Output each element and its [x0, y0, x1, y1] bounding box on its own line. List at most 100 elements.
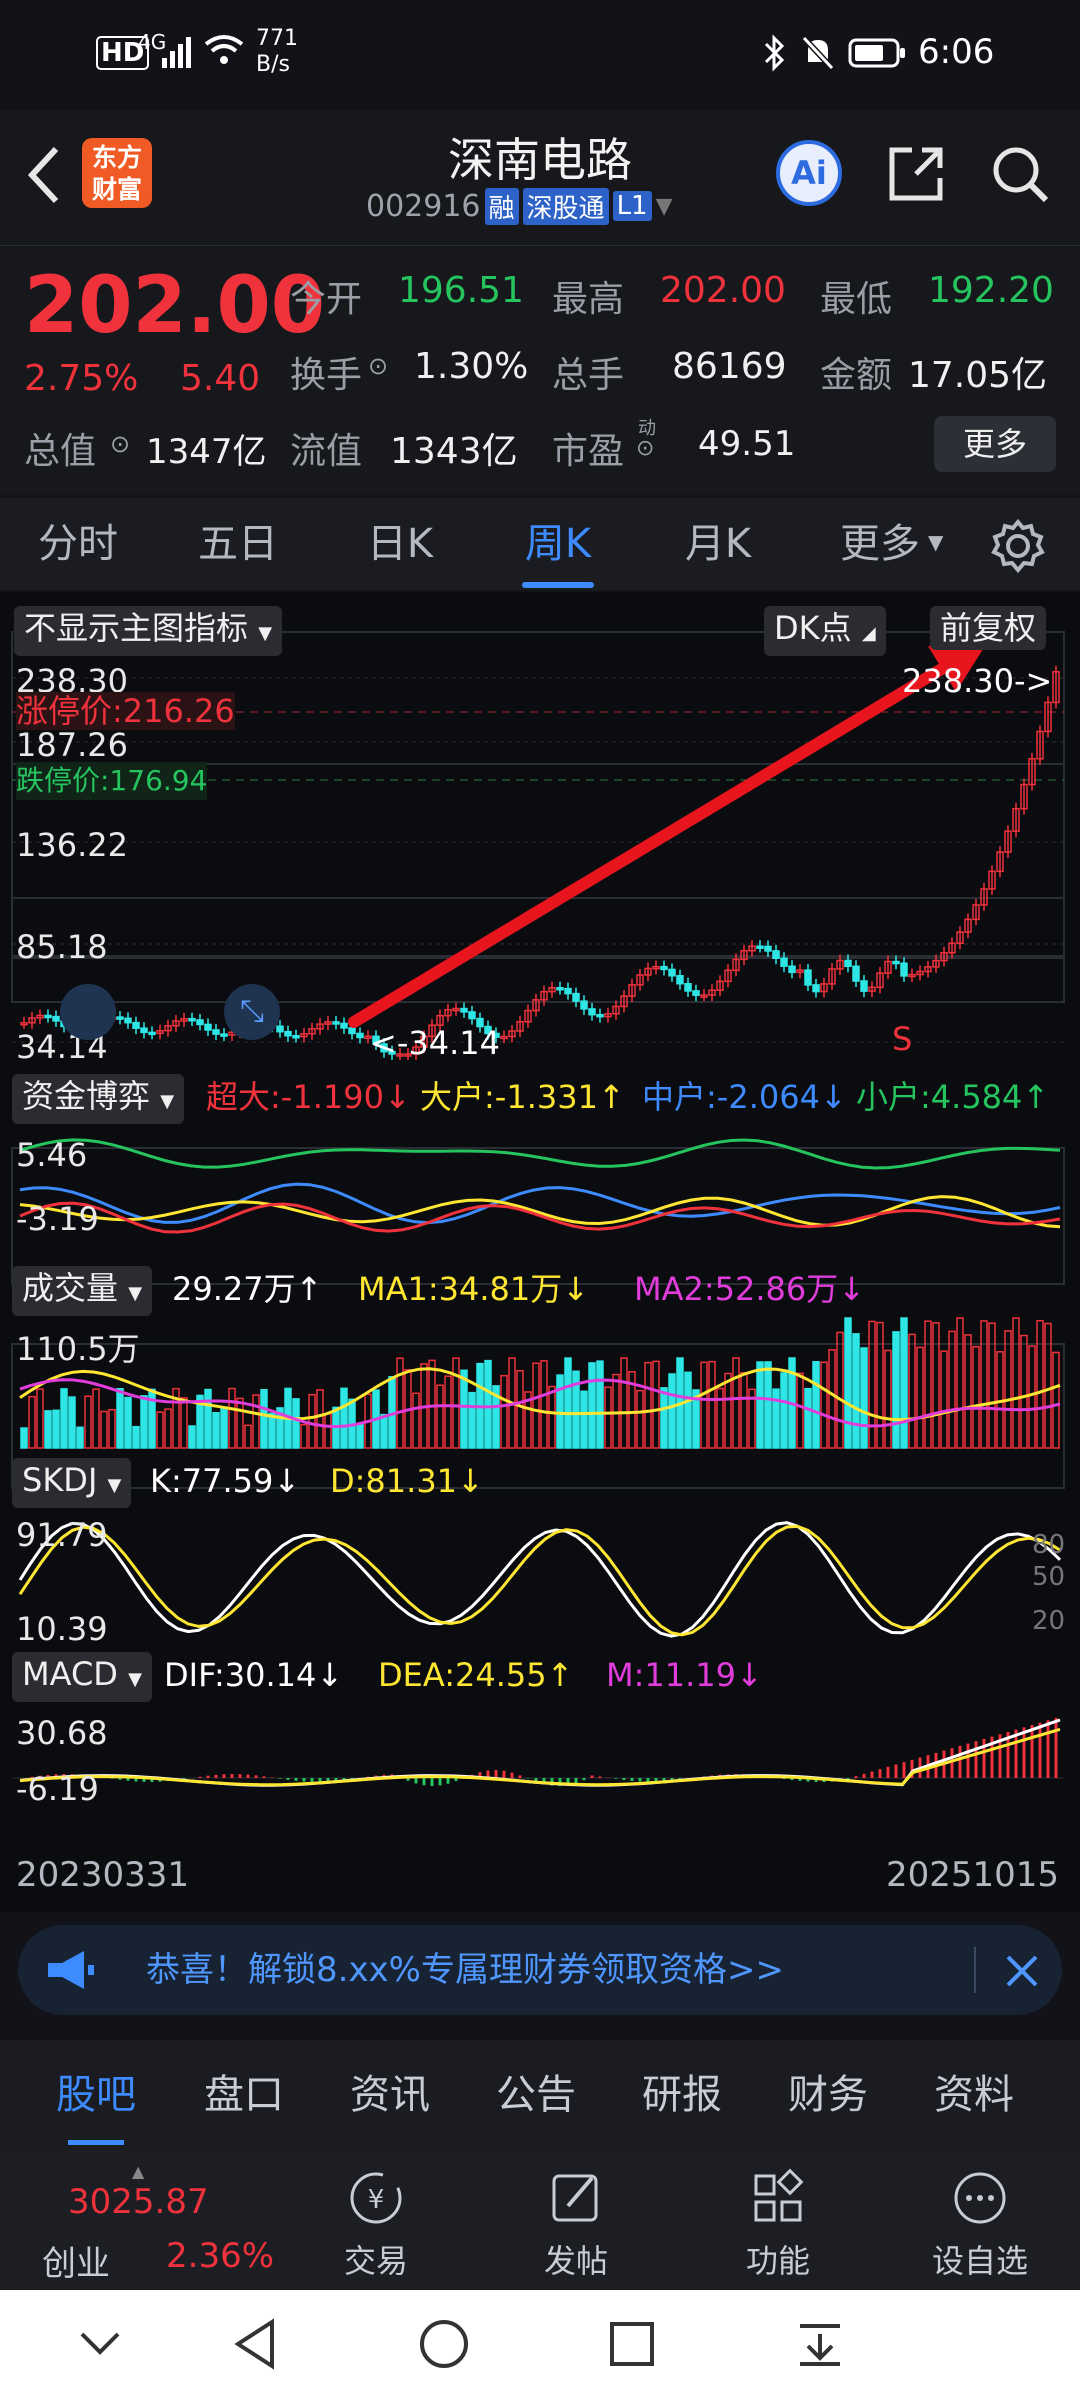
adjust-select[interactable]: 前复权 [930, 606, 1047, 650]
gear-icon[interactable] [990, 518, 1046, 574]
candle [140, 1027, 148, 1034]
post-button[interactable]: 发帖 [506, 2168, 646, 2282]
candle [852, 965, 860, 982]
pe-label: 市盈 [552, 431, 625, 472]
dk-point-select[interactable]: DK点 ◢ [764, 606, 886, 656]
home-nav-icon[interactable] [418, 2318, 470, 2370]
search-icon[interactable] [990, 144, 1050, 204]
volume-bar [636, 1389, 644, 1449]
net-speed: 771 [256, 26, 298, 51]
volume-bar [772, 1388, 780, 1449]
promo-text[interactable]: 恭喜！解锁8.xx%专属理财券领取资格>> [146, 1925, 784, 2015]
period-tabs: 分时 五日 日K 周K 月K 更多 ▼ [0, 498, 1080, 590]
bottom-toolbar: ▲ 3025.87 创业 2.36% ¥ 交易 发帖 功能 设自选 [0, 2150, 1080, 2290]
info-icon[interactable]: ⊙ [110, 430, 130, 458]
tab-profile[interactable]: 资料 [934, 2040, 1014, 2150]
tab-more[interactable]: 更多 [820, 498, 940, 590]
macd-indicator-select[interactable]: MACD ▼ [12, 1652, 152, 1702]
promo-banner[interactable]: 恭喜！解锁8.xx%专属理财券领取资格>> [18, 1925, 1062, 2015]
volume-bar [844, 1317, 852, 1449]
wifi-icon [204, 35, 244, 64]
more-button[interactable]: 更多 [934, 416, 1056, 472]
volume-bar [548, 1385, 556, 1449]
volume-bar [660, 1387, 668, 1449]
zoom-in-icon[interactable]: ⤡ [224, 984, 280, 1040]
volume-bar [484, 1359, 492, 1449]
fund-indicator-select[interactable]: 资金博弈 ▼ [12, 1074, 185, 1124]
volume-bar [316, 1389, 324, 1449]
volume-bar [540, 1360, 548, 1449]
tab-daily-k[interactable]: 日K [340, 498, 460, 590]
close-icon[interactable] [1004, 1953, 1040, 1989]
tab-weekly-k[interactable]: 周K [498, 498, 618, 590]
kline-chart-area[interactable]: 不显示主图指标 ▼ DK点 ◢ 前复权 238.30 涨停价:216.26 18… [0, 592, 1080, 1912]
chevron-down-icon[interactable]: ▼ [928, 530, 943, 554]
fund-big-value: 大户:-1.331↑ [420, 1078, 625, 1116]
add-watchlist-button[interactable]: 设自选 [910, 2168, 1050, 2282]
volume-bar [604, 1386, 612, 1449]
zoom-out-icon[interactable] [60, 984, 116, 1040]
candle [556, 986, 564, 991]
skdj-level: 20 [1032, 1606, 1066, 1636]
volume-bar [156, 1411, 164, 1449]
divider [974, 1947, 976, 1993]
skdj-level: 50 [1032, 1562, 1066, 1592]
turnover-label: 换手 [290, 355, 363, 396]
turnover-value: 1.30% [414, 346, 529, 387]
main-indicator-select[interactable]: 不显示主图指标 ▼ [14, 606, 283, 656]
volume-bar [500, 1374, 508, 1449]
tab-guba[interactable]: 股吧 [56, 2040, 136, 2150]
candle [468, 1011, 476, 1020]
candle [460, 1007, 468, 1013]
candle [116, 1016, 124, 1020]
candle [844, 959, 852, 968]
level-badge[interactable]: L1 [612, 191, 652, 221]
volume-bar [1020, 1334, 1028, 1449]
recents-nav-icon[interactable] [608, 2320, 656, 2368]
index-ticker[interactable]: ▲ 3025.87 创业 2.36% [20, 2150, 310, 2290]
tab-finance[interactable]: 财务 [788, 2040, 868, 2150]
active-tab-indicator [68, 2140, 124, 2145]
candle [668, 968, 676, 977]
mute-bell-icon [801, 35, 835, 71]
chevron-down-icon[interactable]: ▼ [656, 194, 673, 219]
share-icon[interactable] [886, 144, 946, 204]
volume-bar [980, 1320, 988, 1449]
trade-button[interactable]: ¥ 交易 [306, 2168, 446, 2282]
macd-m-value: M:11.19↓ [606, 1656, 763, 1694]
volume-bar [92, 1388, 100, 1449]
tab-news[interactable]: 资讯 [350, 2040, 430, 2150]
date-start-label: 20230331 [16, 1855, 190, 1895]
volume-bar [764, 1361, 772, 1449]
candle [780, 957, 788, 967]
tab-five-day[interactable]: 五日 [178, 498, 298, 590]
info-icon[interactable]: ⊙ [368, 352, 388, 380]
change-amount: 5.40 [180, 358, 261, 399]
download-nav-icon[interactable] [796, 2320, 844, 2368]
candle [676, 975, 684, 985]
tab-announcements[interactable]: 公告 [496, 2040, 576, 2150]
volume-bar [732, 1357, 740, 1449]
info-tabs: 股吧 盘口 资讯 公告 研报 财务 资料 [0, 2040, 1080, 2150]
fund-small-value: 小户:4.584↑ [856, 1078, 1050, 1116]
y-tick-label: 187.26 [16, 726, 128, 764]
info-icon[interactable]: ⊙ [636, 436, 654, 461]
ai-button[interactable]: Ai [776, 140, 842, 206]
skdj-indicator-select[interactable]: SKDJ ▼ [12, 1458, 132, 1508]
functions-button[interactable]: 功能 [708, 2168, 848, 2282]
tab-orderbook[interactable]: 盘口 [204, 2040, 284, 2150]
pe-value: 49.51 [698, 424, 796, 464]
volume-bar [36, 1388, 44, 1449]
back-nav-icon[interactable] [232, 2318, 276, 2370]
edit-icon [552, 2174, 598, 2222]
volume-bar [1036, 1319, 1044, 1449]
tab-research[interactable]: 研报 [642, 2040, 722, 2150]
system-nav-bar [0, 2290, 1080, 2400]
volume-indicator-select[interactable]: 成交量 ▼ [12, 1266, 153, 1316]
candle [804, 969, 812, 986]
chevron-down-icon[interactable] [78, 2328, 122, 2358]
tab-intraday[interactable]: 分时 [18, 498, 138, 590]
volume-bar [1052, 1351, 1060, 1449]
volume-bar [596, 1360, 604, 1449]
tab-monthly-k[interactable]: 月K [658, 498, 778, 590]
